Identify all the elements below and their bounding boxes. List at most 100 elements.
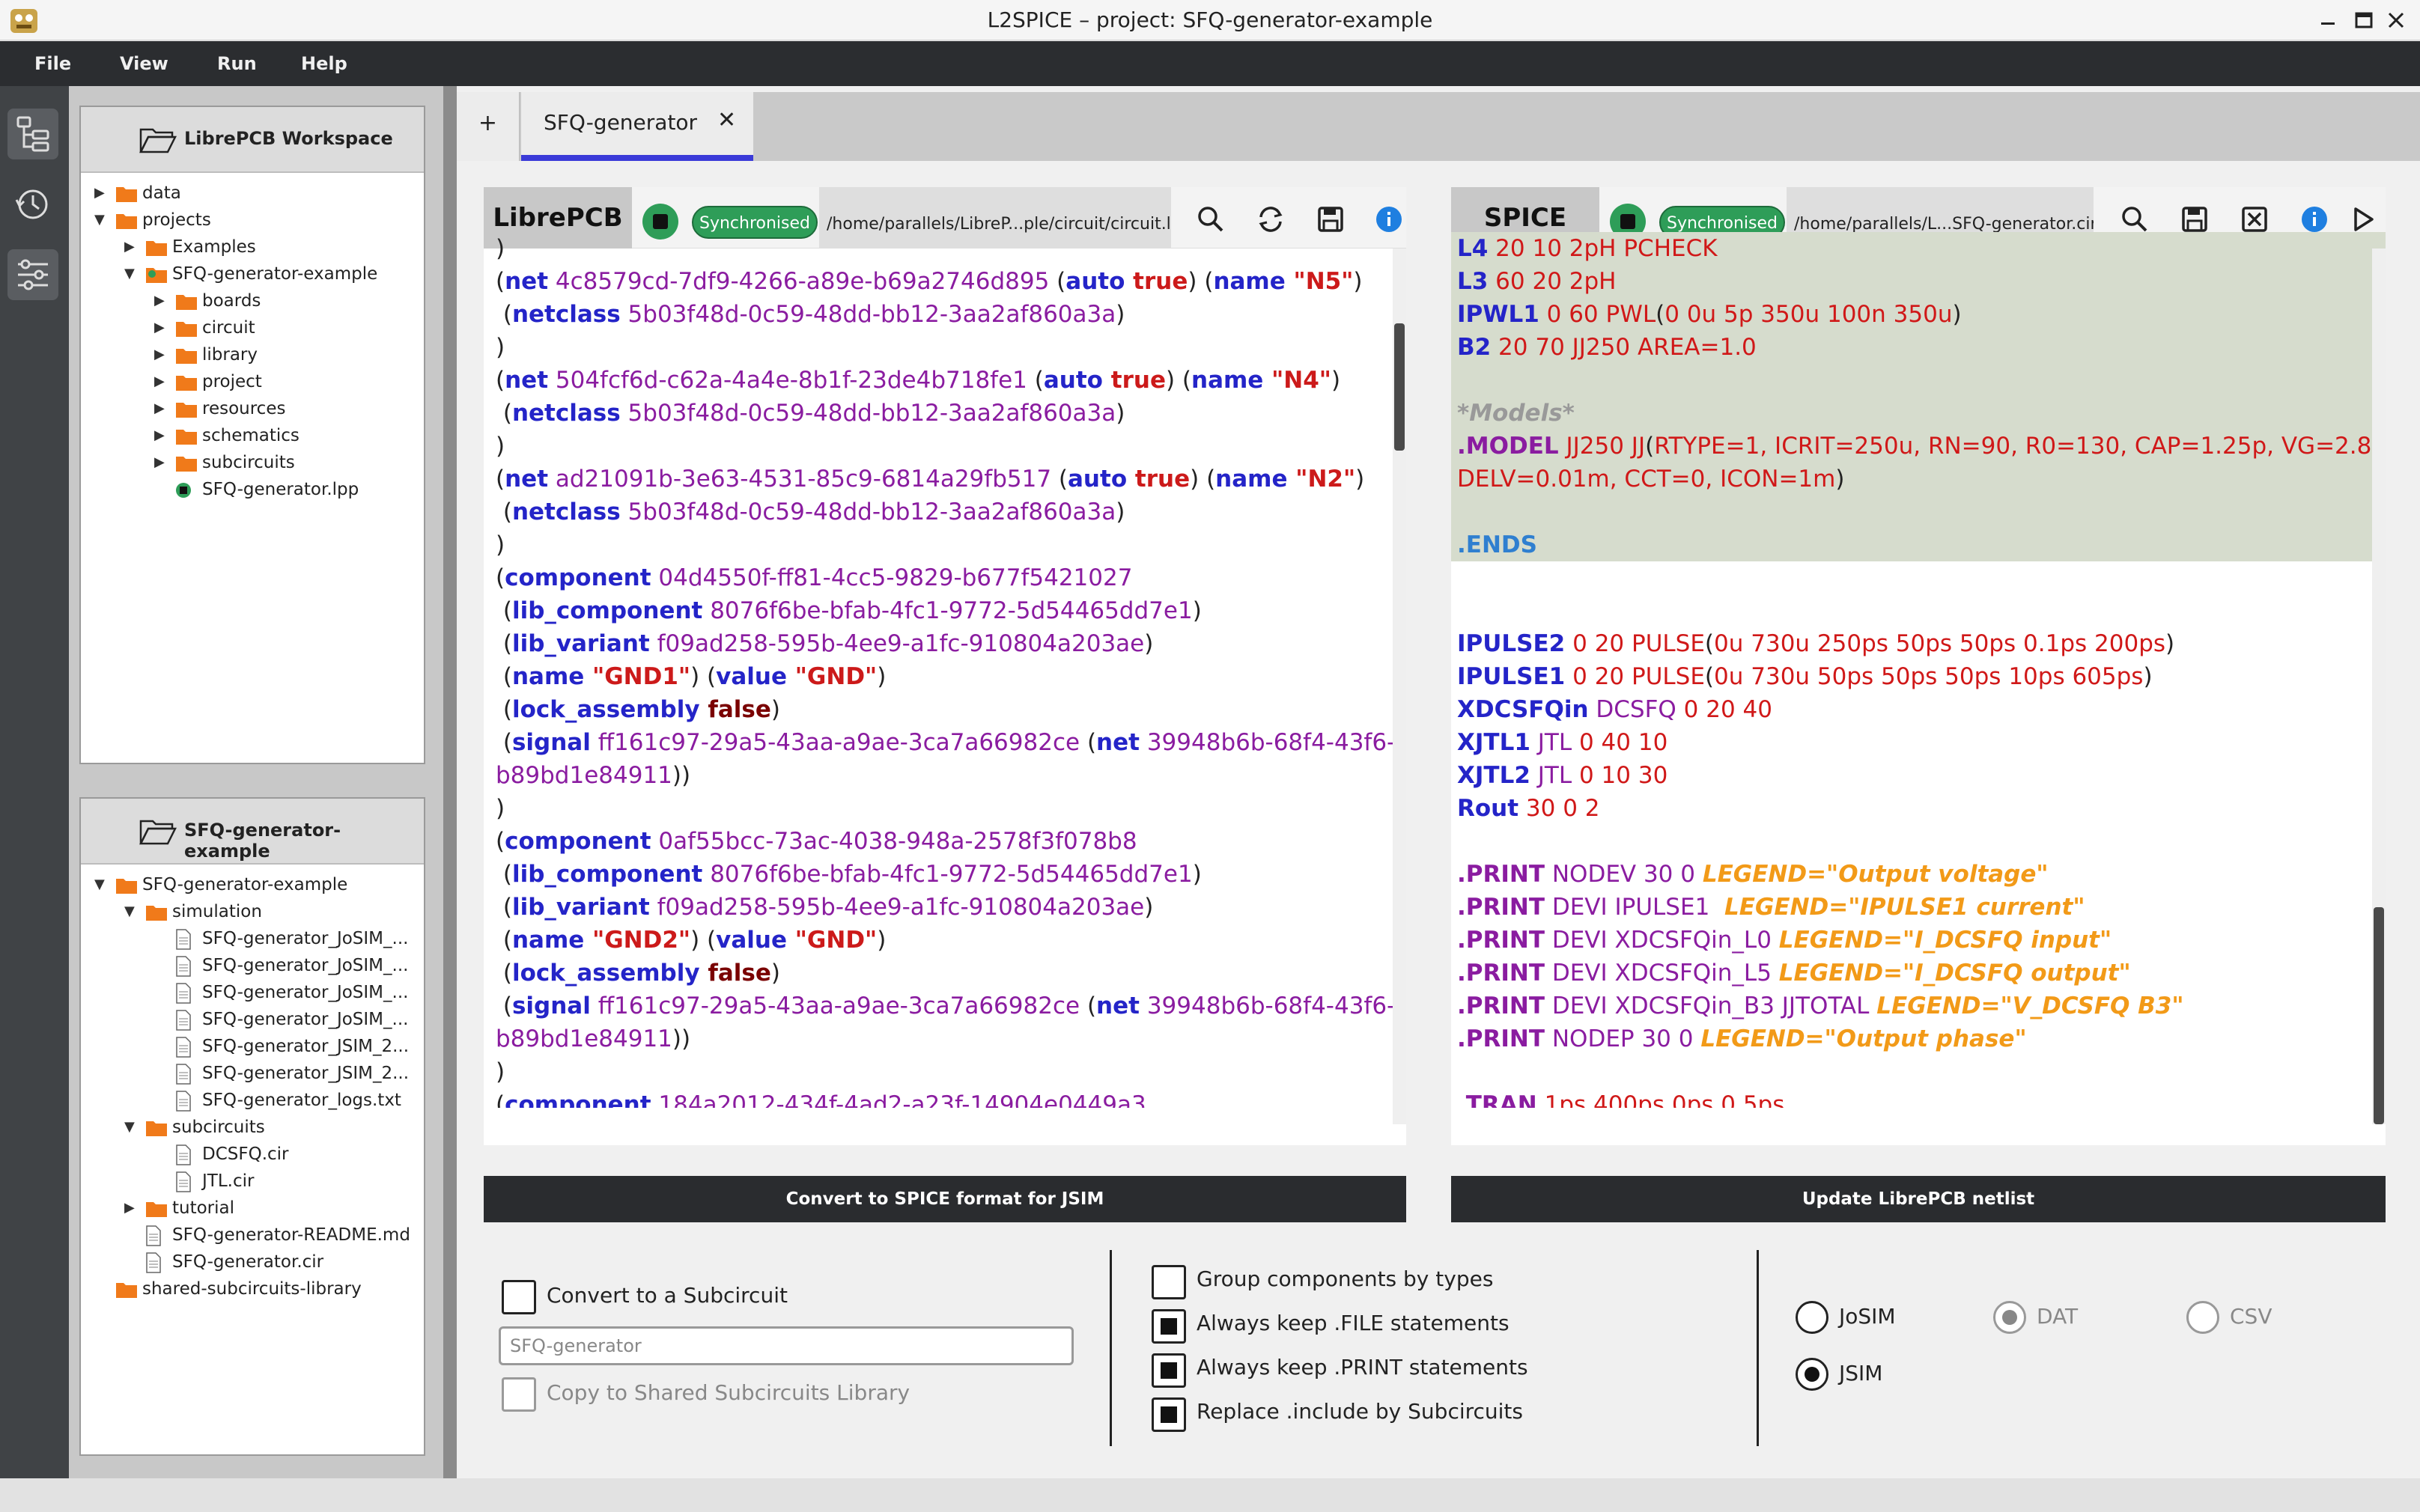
copy-shared-label: Copy to Shared Subcircuits Library [547, 1380, 910, 1405]
expand-arrow-icon[interactable]: ▶ [154, 320, 166, 336]
tree-item[interactable]: ▼ simulation [81, 899, 422, 926]
file-icon [176, 1144, 191, 1165]
options-separator [1110, 1250, 1112, 1446]
project-panel-header: SFQ-generator-example [81, 799, 424, 865]
jsim-radio[interactable] [1796, 1358, 1828, 1391]
code-line: ) [496, 235, 505, 262]
menu-bar: File View Run Help [0, 41, 2420, 86]
spice-code-view[interactable]: L4 20 10 2pH PCHECK L3 60 20 2pH IPWL1 0 6… [1451, 232, 2386, 1108]
keep-print-checkbox[interactable] [1152, 1353, 1186, 1388]
keep-file-checkbox[interactable] [1152, 1309, 1186, 1344]
josim-label: JoSIM [1839, 1304, 1896, 1329]
menu-view[interactable]: View [120, 53, 168, 74]
collapse-arrow-icon[interactable]: ▼ [124, 266, 136, 282]
tree-item[interactable]: ▼ SFQ-generator-example [81, 261, 422, 288]
menu-file[interactable]: File [34, 53, 71, 74]
settings-activity-button[interactable] [7, 249, 58, 300]
code-line: b89bd1e84911)) [496, 1025, 691, 1052]
tree-item[interactable]: ▶ subcircuits [81, 450, 422, 477]
spice-scrollbar[interactable] [2372, 249, 2386, 1124]
add-tab-button[interactable]: + [457, 92, 520, 161]
expand-arrow-icon[interactable]: ▶ [154, 374, 166, 390]
tree-item[interactable]: ▶ schematics [81, 423, 422, 450]
menu-run[interactable]: Run [217, 53, 257, 74]
librepcb-scrollbar[interactable] [1393, 249, 1406, 1124]
panel-splitter[interactable] [443, 86, 457, 1478]
replace-include-checkbox[interactable] [1152, 1397, 1186, 1432]
close-window-icon[interactable] [2375, 4, 2417, 37]
file-icon [176, 956, 191, 977]
code-line: L4 20 10 2pH PCHECK [1451, 232, 2386, 265]
tree-item[interactable]: ▶ tutorial [81, 1195, 422, 1222]
update-netlist-button[interactable]: Update LibrePCB netlist [1451, 1176, 2386, 1222]
tree-item[interactable]: ▶ Examples [81, 234, 422, 261]
tree-item[interactable]: JTL.cir [81, 1168, 422, 1195]
tree-item[interactable]: ▼ SFQ-generator-example [81, 872, 422, 899]
collapse-arrow-icon[interactable]: ▼ [94, 877, 106, 893]
dat-radio[interactable] [1993, 1301, 2026, 1334]
tree-item-label: SFQ-generator_JSIM_2... [202, 1037, 410, 1056]
expand-arrow-icon[interactable]: ▶ [154, 400, 166, 417]
convert-subcircuit-label: Convert to a Subcircuit [547, 1283, 788, 1308]
tree-item[interactable]: SFQ-generator_JoSIM_... [81, 980, 422, 1007]
folder-icon [146, 1121, 167, 1136]
tree-item-label: projects [142, 210, 211, 230]
tree-item[interactable]: DCSFQ.cir [81, 1141, 422, 1168]
project-panel: SFQ-generator-example ▼ SFQ-generator-exa… [79, 797, 425, 1456]
convert-to-spice-button[interactable]: Convert to SPICE format for JSIM [484, 1176, 1406, 1222]
code-line: (netclass 5b03f48d-0c59-48dd-bb12-3aa2af… [496, 499, 1125, 525]
tree-item[interactable]: ▶ project [81, 369, 422, 396]
tree-item[interactable]: SFQ-generator_JSIM_2... [81, 1034, 422, 1061]
collapse-arrow-icon[interactable]: ▼ [124, 903, 136, 920]
tree-item[interactable]: SFQ-generator-README.md [81, 1222, 422, 1249]
group-components-checkbox[interactable] [1152, 1265, 1186, 1299]
subcircuit-name-input[interactable]: SFQ-generator [499, 1326, 1074, 1365]
code-line: Rout 30 0 2 [1457, 795, 1600, 822]
tree-item[interactable]: SFQ-generator_logs.txt [81, 1088, 422, 1115]
jsim-label: JSIM [1839, 1361, 1883, 1386]
librepcb-code-view[interactable]: ) (net 4c8579cd-7df9-4266-a89e-b69a2746d8… [484, 232, 1406, 1108]
expand-arrow-icon[interactable]: ▶ [154, 347, 166, 363]
tree-item[interactable]: ▶ resources [81, 396, 422, 423]
file-icon [176, 1010, 191, 1031]
tree-item[interactable]: ▶ library [81, 342, 422, 369]
tree-item[interactable]: SFQ-generator_JoSIM_... [81, 926, 422, 953]
tree-item[interactable]: SFQ-generator_JSIM_2... [81, 1061, 422, 1088]
expand-arrow-icon[interactable]: ▶ [154, 454, 166, 471]
expand-arrow-icon[interactable]: ▶ [94, 185, 106, 201]
collapse-arrow-icon[interactable]: ▼ [94, 212, 106, 228]
close-tab-icon[interactable]: ✕ [717, 107, 736, 133]
history-activity-button[interactable] [7, 179, 58, 230]
tree-item[interactable]: ▼ projects [81, 207, 422, 234]
explorer-activity-button[interactable] [7, 109, 58, 159]
tree-item[interactable]: SFQ-generator_JoSIM_... [81, 1007, 422, 1034]
tree-item[interactable]: ▶ data [81, 180, 422, 207]
code-line: .TRAN 1ps 400ps 0ps 0.5ps [1457, 1091, 1785, 1108]
expand-arrow-icon[interactable]: ▶ [124, 239, 136, 255]
expand-arrow-icon[interactable]: ▶ [154, 293, 166, 309]
file-icon [146, 1225, 161, 1246]
menu-help[interactable]: Help [301, 53, 347, 74]
copy-shared-checkbox[interactable] [502, 1377, 536, 1412]
tree-item[interactable]: ▶ circuit [81, 315, 422, 342]
tab-sfq-generator[interactable]: SFQ-generator ✕ [521, 92, 753, 161]
file-icon [176, 929, 191, 950]
tree-item[interactable]: SFQ-generator.cir [81, 1249, 422, 1276]
expand-arrow-icon[interactable]: ▶ [124, 1200, 136, 1216]
josim-radio[interactable] [1796, 1301, 1828, 1334]
expand-arrow-icon[interactable]: ▶ [154, 427, 166, 444]
tree-item-label: boards [202, 291, 261, 311]
code-line: .PRINT NODEV 30 0 LEGEND="Output voltage… [1457, 861, 2049, 888]
tree-item[interactable]: SFQ-generator_JoSIM_... [81, 953, 422, 980]
activity-bar [0, 86, 69, 1478]
tree-item[interactable]: SFQ-generator.lpp [81, 477, 422, 504]
tree-item[interactable]: ▼ subcircuits [81, 1115, 422, 1141]
csv-radio[interactable] [2186, 1301, 2219, 1334]
tree-item[interactable]: ▶ boards [81, 288, 422, 315]
dat-label: DAT [2037, 1304, 2079, 1329]
collapse-arrow-icon[interactable]: ▼ [124, 1119, 136, 1135]
tree-item-label: tutorial [172, 1198, 235, 1218]
tree-item[interactable]: shared-subcircuits-library [81, 1276, 422, 1303]
convert-subcircuit-checkbox[interactable] [502, 1280, 536, 1314]
